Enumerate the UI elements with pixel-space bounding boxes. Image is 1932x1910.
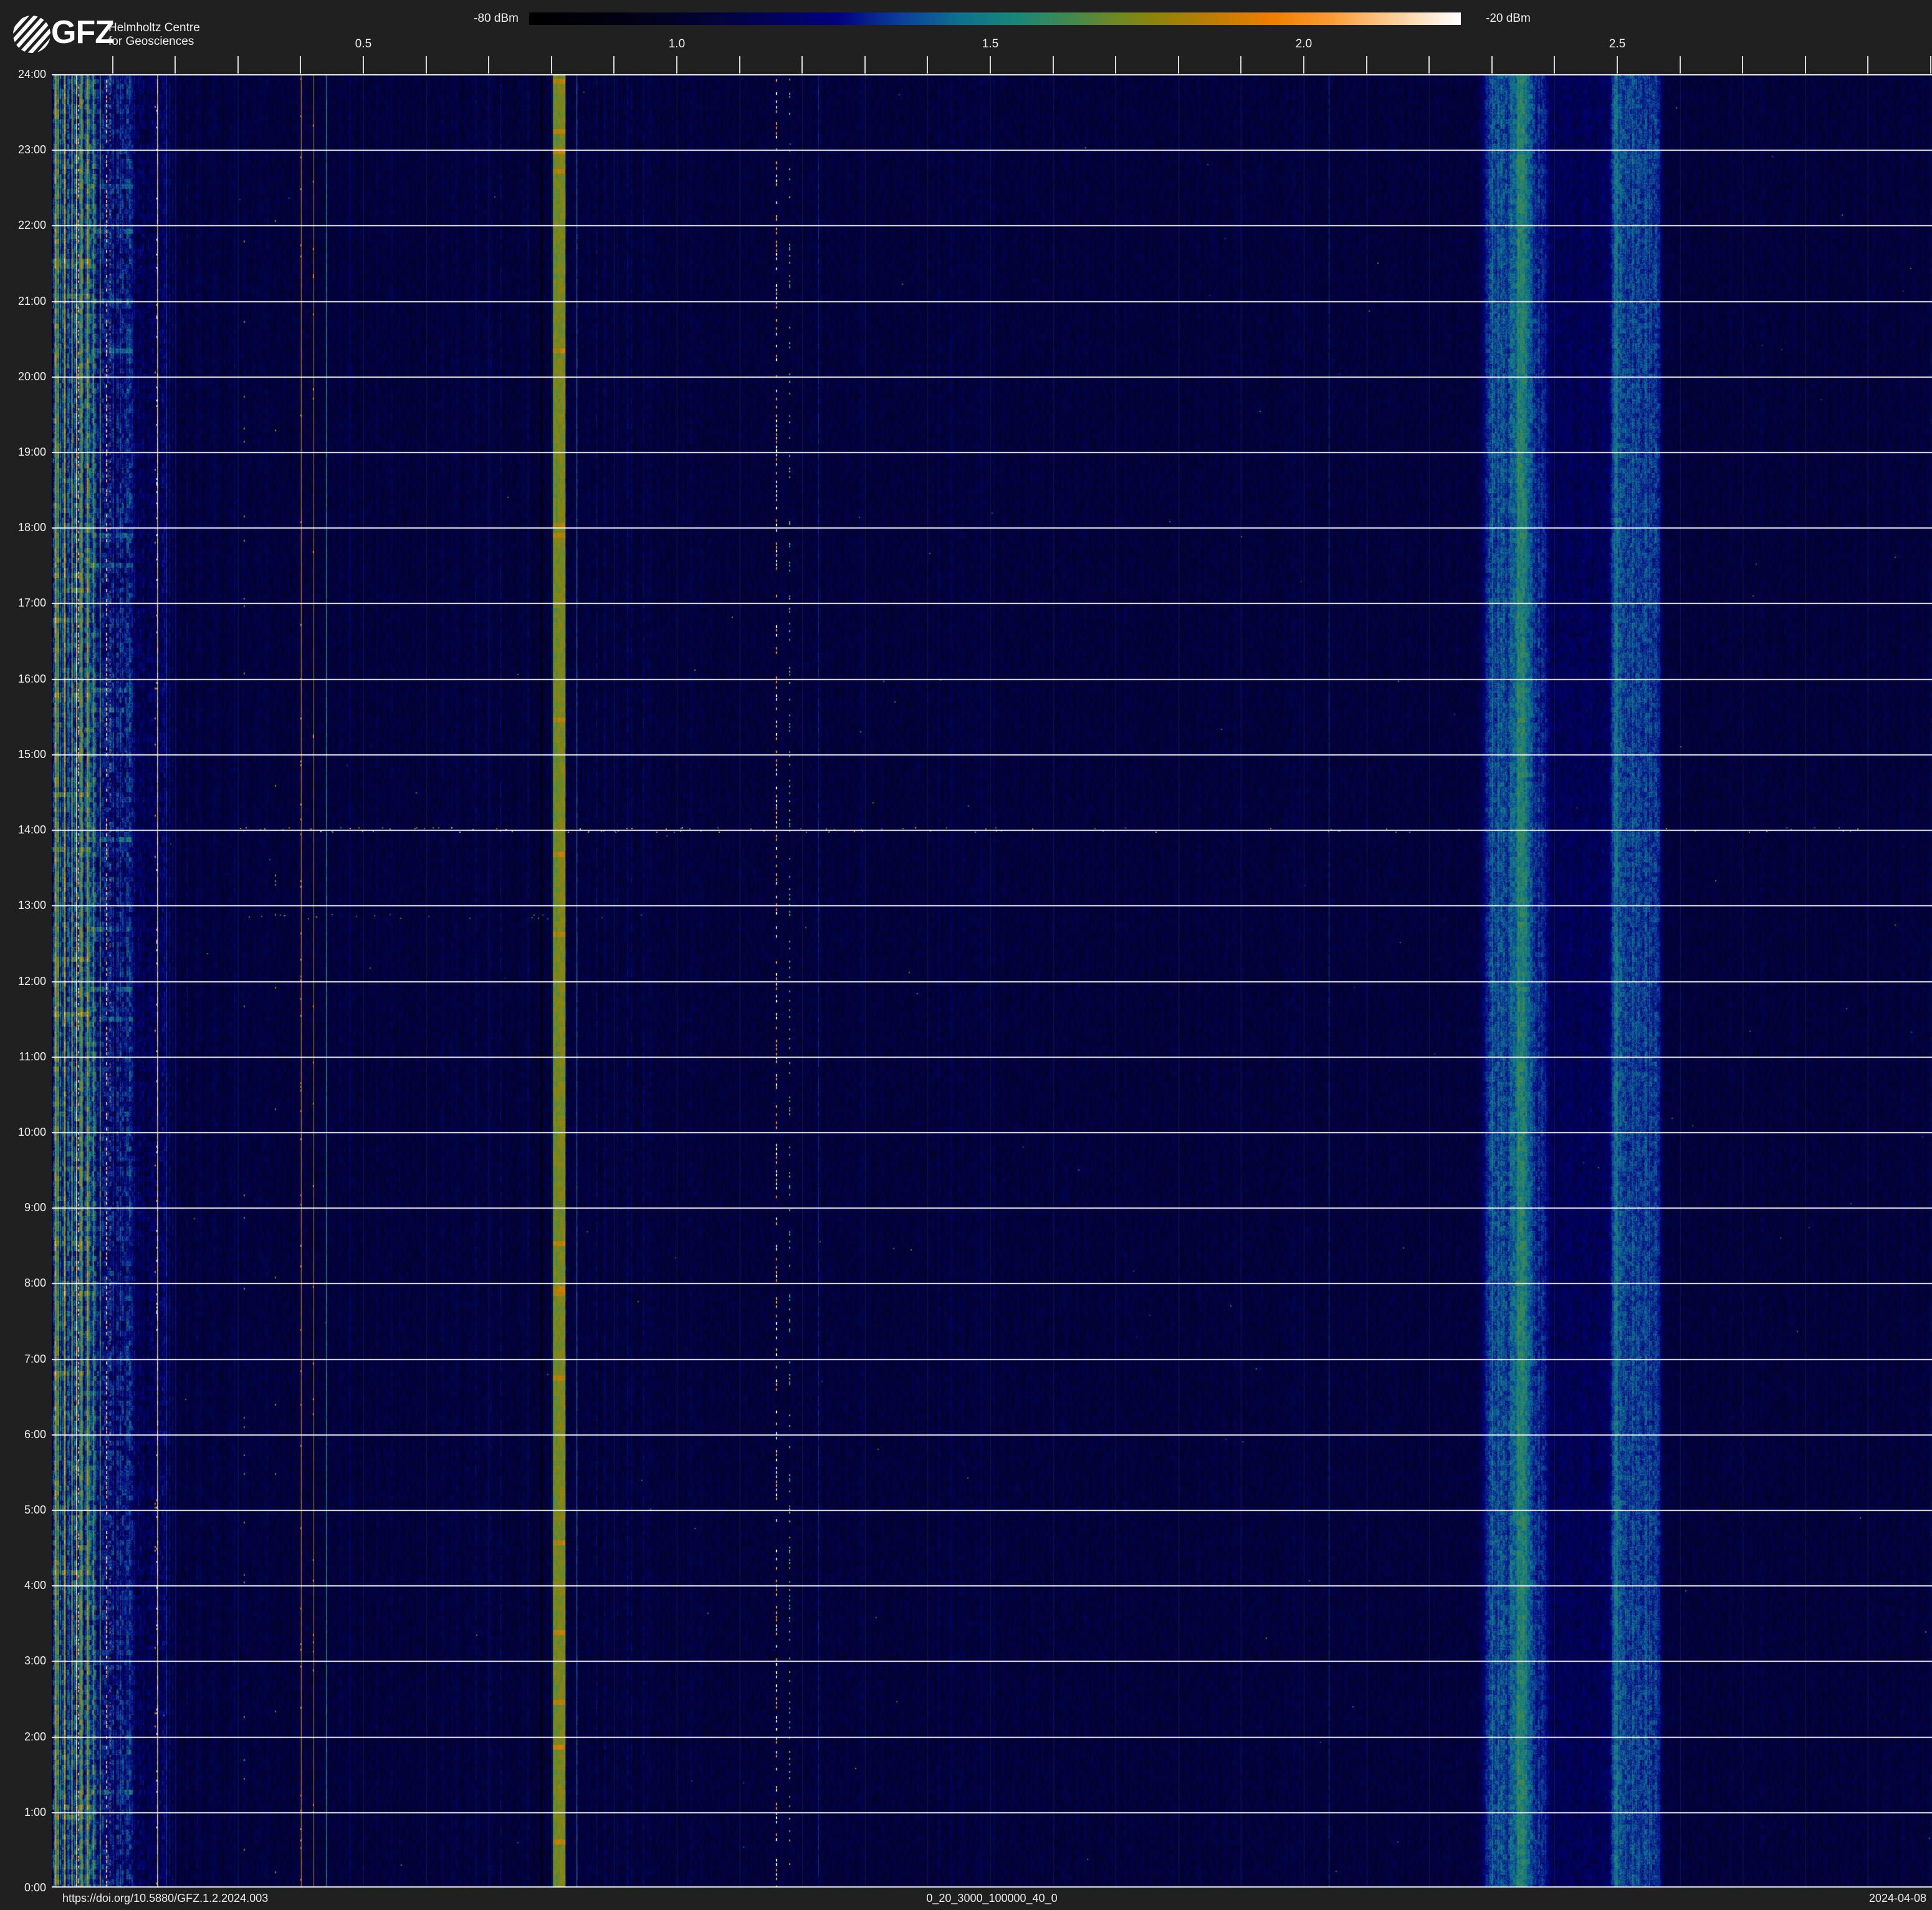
time-label: 2:00 (0, 1730, 46, 1743)
time-label: 10:00 (0, 1126, 46, 1138)
colorbar-gradient (529, 12, 1461, 25)
time-label: 11:00 (0, 1050, 46, 1063)
freq-tick (551, 56, 552, 74)
freq-tick (1303, 56, 1304, 74)
freq-tick (1366, 56, 1367, 74)
brand-subtitle-line2: for Geosciences (108, 35, 200, 49)
freq-tick (1680, 56, 1681, 74)
time-label: 6:00 (0, 1428, 46, 1441)
time-label: 4:00 (0, 1579, 46, 1591)
spectrogram-canvas (52, 74, 1932, 1888)
time-label: 23:00 (0, 143, 46, 156)
time-label: 19:00 (0, 446, 46, 458)
time-label: 12:00 (0, 975, 46, 987)
freq-tick (676, 56, 677, 74)
time-label: 13:00 (0, 899, 46, 911)
freq-tick (488, 56, 489, 74)
time-label: 24:00 (0, 68, 46, 80)
colorbar-min-label: -80 dBm (449, 12, 519, 25)
freq-tick (1867, 56, 1868, 74)
freq-tick-label: 2.0 (1285, 37, 1322, 51)
brand-subtitle-line1: Helmholtz Centre (108, 21, 200, 35)
freq-tick (927, 56, 928, 74)
time-label: 1:00 (0, 1806, 46, 1818)
time-label: 16:00 (0, 673, 46, 685)
freq-tick (1742, 56, 1743, 74)
time-label: 7:00 (0, 1353, 46, 1365)
spectrogram-page: GFZ Helmholtz Centre for Geosciences -80… (0, 0, 1932, 1910)
time-label: 14:00 (0, 823, 46, 836)
freq-tick-label: 0.5 (345, 37, 382, 51)
freq-tick (864, 56, 866, 74)
brand-text: GFZ (51, 14, 114, 51)
freq-tick-label: 2.5 (1599, 37, 1636, 51)
freq-tick (1053, 56, 1054, 74)
freq-tick (237, 56, 239, 74)
freq-tick (1930, 56, 1931, 74)
freq-tick (739, 56, 740, 74)
freq-tick (990, 56, 991, 74)
gfz-logo-icon (12, 15, 51, 54)
time-label: 3:00 (0, 1654, 46, 1667)
freq-tick (300, 56, 301, 74)
freq-tick (1178, 56, 1179, 74)
freq-tick (1554, 56, 1555, 74)
freq-tick-label: 1.0 (658, 37, 696, 51)
time-label: 5:00 (0, 1504, 46, 1516)
time-label: 15:00 (0, 748, 46, 761)
time-label: 8:00 (0, 1277, 46, 1289)
freq-tick (426, 56, 427, 74)
time-label: 9:00 (0, 1201, 46, 1214)
time-label: 0:00 (0, 1881, 46, 1894)
time-label: 17:00 (0, 597, 46, 609)
freq-tick (613, 56, 615, 74)
freq-tick (1428, 56, 1430, 74)
footer-date: 2024-04-08 (1869, 1892, 1926, 1905)
freq-tick (1491, 56, 1493, 74)
brand-subtitle: Helmholtz Centre for Geosciences (108, 21, 200, 49)
colorbar-max-label: -20 dBm (1486, 12, 1573, 25)
footer-dataset-id: 0_20_3000_100000_40_0 (52, 1892, 1932, 1905)
freq-tick (1115, 56, 1116, 74)
freq-tick (112, 56, 113, 74)
freq-tick (363, 56, 364, 74)
freq-tick (175, 56, 176, 74)
time-label: 21:00 (0, 295, 46, 307)
time-label: 20:00 (0, 370, 46, 383)
freq-tick-label: 1.5 (972, 37, 1009, 51)
time-label: 22:00 (0, 219, 46, 231)
freq-tick (1805, 56, 1806, 74)
freq-tick (801, 56, 803, 74)
freq-tick (1617, 56, 1618, 74)
freq-tick (1240, 56, 1241, 74)
time-label: 18:00 (0, 521, 46, 534)
